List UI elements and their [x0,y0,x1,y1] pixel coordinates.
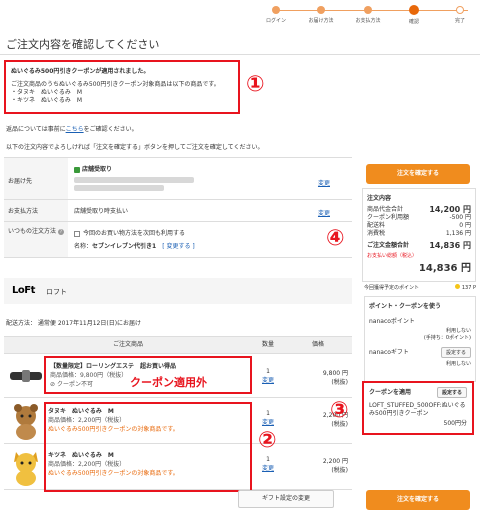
notice-line: ご注文商品のうちぬいぐるみ500円引きクーポン対象商品は以下の商品です。 [11,81,220,88]
product-info: タヌキ ぬいぐるみ M 商品価格：2,200円（税抜） ぬいぐるみ500円引きク… [48,406,248,433]
line-total: 9,800 円 (税抜) [322,370,348,386]
change-saved-method-link[interactable]: [ 変更する ] [162,243,195,250]
info-row-usual-method: いつもの注文方法 ? 今回のお買い物方法を次回も利用する 名称：セブンイレブン代… [4,222,352,258]
coupon-code: LOFT_STUFFED_500OFF:ぬいぐるみ500円引きクーポン [369,402,466,417]
quantity-cell: 1 変更 [260,456,276,472]
saved-method-name: セブンイレブン代引き1 [92,243,157,250]
shop-name: ロフト [46,288,67,296]
info-key: お支払方法 [4,200,68,221]
notice-heading: ぬいぐるみ500円引きクーポンが適用されました。 [11,68,150,75]
info-row-address: お届け先 店舗受取り 変更 [4,158,352,200]
return-policy-link[interactable]: こちら [66,126,84,133]
gift-settings-button[interactable]: ギフト設定の変更 [238,490,334,508]
coupon-eligible-note: ぬいぐるみ500円引きクーポンの対象商品です。 [48,470,179,477]
annotation-number-4: ④ [326,226,345,251]
product-image-tanuki [10,404,42,440]
address-redacted [74,177,346,185]
step-confirm: 確認 [394,4,434,25]
place-order-button-bottom[interactable]: 注文を確定する [366,490,470,510]
title-divider [0,54,480,55]
nanaco-gift-status: 利用しない [445,361,471,367]
payment-method: 店舗受取り時支払い [74,208,129,215]
product-image-kitsune [10,450,42,486]
nanaco-point-label: nanacoポイント [369,318,415,325]
points-title: ポイント・クーポンを使う [369,303,442,310]
shop-header: LoFt ロフト [4,278,352,304]
step-complete: 完了 [440,4,480,24]
summary-row: 配送料 0 円 [367,222,471,229]
coupon-applied-notice: ぬいぐるみ500円引きクーポンが適用されました。 ご注文商品のうちぬいぐるみ50… [4,60,240,114]
coin-icon [455,284,461,289]
notice-item: ・タヌキ ぬいぐるみ M [11,89,83,96]
page-title: ご注文内容を確認してください [6,38,160,51]
store-pickup-label: 店舗受取り [74,164,346,173]
summary-total: ご注文金額合計 14,836 円 [367,241,471,250]
product-name: タヌキ ぬいぐるみ M [48,408,114,415]
summary-row: 消費税 1,136 円 [367,230,471,237]
change-qty-link[interactable]: 変更 [260,463,276,472]
coupon-set-button[interactable]: 設定する [436,387,467,398]
nanaco-point-holding: (手持ち：0ポイント) [423,335,471,341]
summary-title: 注文内容 [367,195,392,202]
coupon-eligible-note: ぬいぐるみ500円引きクーポンの対象商品です。 [48,426,179,433]
help-icon[interactable]: ? [57,229,64,235]
confirm-instruction: 以下の注文内容でよろしければ「注文を確定する」ボタンを押してご注文を確定してくだ… [6,144,264,151]
summary-row: クーポン利用額 -500 円 [367,214,471,221]
summary-row: 商品代金合計 14,200 円 [367,205,471,214]
nanaco-gift-set-button[interactable]: 設定する [440,347,471,358]
info-row-payment: お支払方法 店舗受取り時支払い 変更 [4,200,352,222]
line-total: 2,200 円 (税抜) [322,458,348,474]
quantity-cell: 1 変更 [260,410,276,426]
loft-logo: LoFt [12,285,35,296]
edit-address-link[interactable]: 変更 [318,178,330,187]
payment-total-value: 14,836 円 [418,263,471,274]
annotation-number-1: ① [246,72,265,97]
save-method-label: 今回のお買い物方法を次回も利用する [83,230,186,237]
return-policy-text: 返品については事前にこちらをご確認ください。 [6,126,138,133]
product-info: キツネ ぬいぐるみ M 商品価格：2,200円（税抜） ぬいぐるみ500円引きク… [48,450,248,477]
annotation-coupon-excluded: クーポン適用外 [130,376,207,389]
save-method-checkbox[interactable] [74,230,80,237]
annotation-number-3: ③ [330,398,349,423]
step-login: ログイン [256,4,296,24]
coupon-title: クーポンを適用 [369,389,412,396]
nanaco-point-status: 利用しない [445,328,471,334]
product-name: キツネ ぬいぐるみ M [48,452,114,459]
delivery-date: 配送方法： 通常便 2017年11月12日(日)にお届け [6,320,142,327]
product-image-band [10,360,42,392]
coupon-amount: 500円分 [443,420,467,427]
place-order-button-top[interactable]: 注文を確定する [366,164,470,184]
annotation-number-2: ② [258,428,277,453]
order-summary: 注文内容 商品代金合計 14,200 円 クーポン利用額 -500 円 配送料 0 円… [362,188,476,282]
info-key: お届け先 [4,158,68,199]
store-icon [74,166,80,173]
notice-item: ・キツネ ぬいぐるみ M [11,97,83,104]
step-payment: お支払方法 [348,4,388,24]
progress-steps: ログイン お届け方法 お支払方法 確認 完了 [266,4,476,28]
no-coupon-icon: ⊘ [50,381,57,388]
points-earned: 今回獲得予定のポイント 137 P [364,284,476,291]
step-delivery: お届け方法 [301,4,341,24]
change-qty-link[interactable]: 変更 [260,417,276,426]
nanaco-gift-row: nanacoギフト 設定する [365,341,475,358]
product-table-header: ご注文商品 数量 価格 [4,336,352,354]
quantity-cell: 1 変更 [260,368,276,384]
info-key: いつもの注文方法 ? [4,222,68,257]
points-coupon-panel: ポイント・クーポンを使う nanacoポイント 利用しない (手持ち：0ポイント… [364,296,476,382]
payment-total-label: お支払い総額（税込） [367,253,418,259]
product-price: 商品価格：2,200円（税抜） [48,417,126,424]
coupon-panel: クーポンを適用 設定する LOFT_STUFFED_500OFF:ぬいぐるみ500… [362,381,474,435]
edit-payment-link[interactable]: 変更 [318,208,330,217]
product-price: 商品価格：2,200円（税抜） [48,461,126,468]
change-qty-link[interactable]: 変更 [260,375,276,384]
product-name: 【数量限定】ローリングエステ 超お買い得品 [50,363,177,370]
order-info-table: お届け先 店舗受取り 変更 お支払方法 店舗受取り時支払い 変更 いつもの注文方… [4,157,352,258]
